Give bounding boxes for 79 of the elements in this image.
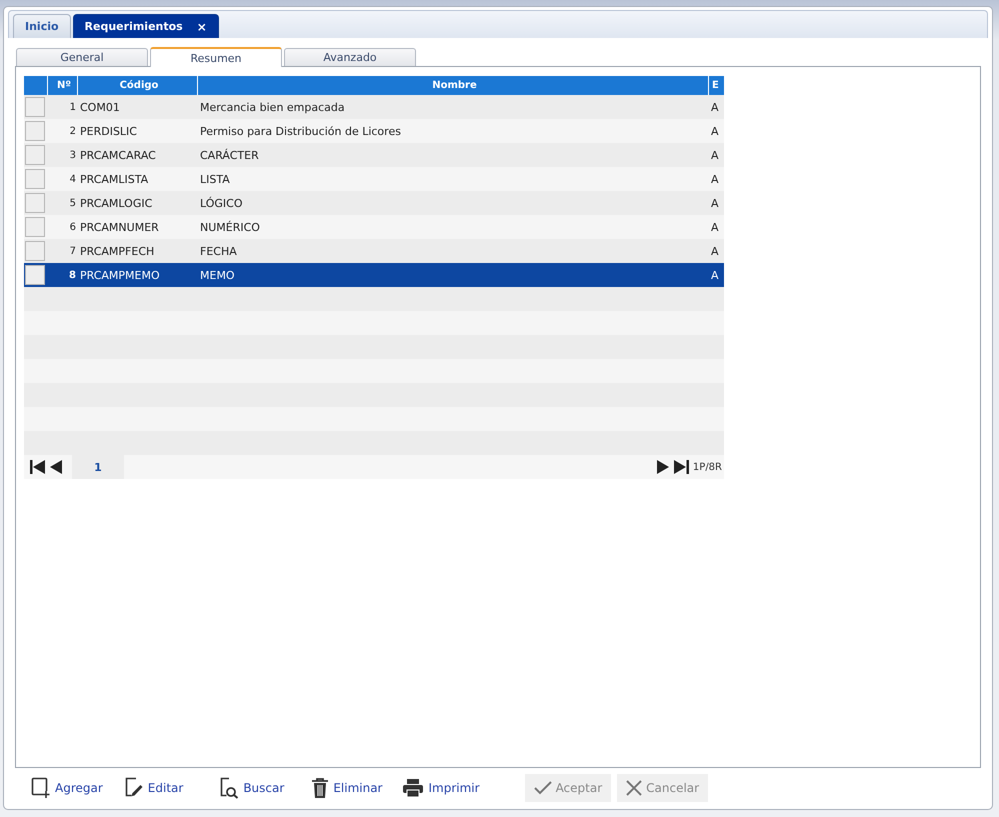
tab-label: Requerimientos	[84, 20, 183, 33]
print-button[interactable]: Imprimir	[398, 774, 484, 802]
row-number: 8	[68, 270, 77, 280]
add-button[interactable]: Agregar	[27, 774, 107, 802]
table-row[interactable]: 8 PRCAMPMEMO MEMO A	[24, 263, 724, 287]
row-checkbox[interactable]	[25, 241, 45, 261]
row-number: 1	[68, 102, 77, 112]
table-row[interactable]: 2 PERDISLIC Permiso para Distribución de Licores A	[24, 119, 724, 143]
edit-button[interactable]: Editar	[120, 774, 188, 802]
table-row[interactable]: 6 PRCAMNUMER NUMÉRICO A	[24, 215, 724, 239]
row-checkbox[interactable]	[25, 169, 45, 189]
row-number: 5	[68, 198, 77, 208]
row-checkbox[interactable]	[25, 193, 45, 213]
table-cell-text: PRCAMCARAC	[79, 148, 157, 162]
table-cell-text: CARÁCTER	[199, 148, 260, 162]
table-cell-text: A	[710, 220, 720, 234]
row-number: 4	[68, 174, 77, 184]
table-cell-text: A	[710, 148, 720, 162]
table-cell-text: A	[710, 244, 720, 258]
close-icon[interactable]: ×	[196, 20, 207, 34]
first-page-button[interactable]	[30, 459, 46, 475]
row-number: 2	[68, 126, 77, 136]
page-summary: 1P/8R	[692, 462, 723, 472]
table-cell-text: FECHA	[199, 244, 238, 258]
column-header: E	[709, 76, 724, 95]
table-row[interactable]: 7 PRCAMPFECH FECHA A	[24, 239, 724, 263]
table-row[interactable]: 3 PRCAMCARAC CARÁCTER A	[24, 143, 724, 167]
close-icon	[626, 780, 642, 796]
column-header: Código	[78, 76, 198, 95]
table-row[interactable]: 4 PRCAMLISTA LISTA A	[24, 167, 724, 191]
table-cell-text: A	[710, 196, 720, 210]
column-header: Nº	[48, 76, 78, 95]
previous-page-button[interactable]	[50, 459, 62, 475]
table-cell-text: PRCAMLISTA	[79, 172, 150, 186]
row-checkbox[interactable]	[25, 121, 45, 141]
tab-label: Inicio	[25, 20, 59, 33]
table-cell-text: MEMO	[199, 268, 236, 282]
table-cell-text: LÓGICO	[199, 196, 244, 210]
row-checkbox[interactable]	[25, 217, 45, 237]
table-cell-text: COM01	[79, 100, 121, 114]
table-cell-text: PRCAMNUMER	[79, 220, 160, 234]
edit-icon	[124, 777, 144, 799]
column-header	[24, 76, 48, 95]
row-checkbox[interactable]	[25, 145, 45, 165]
table-cell-text: A	[710, 172, 720, 186]
table-cell-text: Mercancia bien empacada	[199, 100, 346, 114]
row-checkbox[interactable]	[25, 97, 45, 117]
table-cell-text: PRCAMPFECH	[79, 244, 156, 258]
table-cell-text: Permiso para Distribución de Licores	[199, 124, 402, 138]
table-cell-text: A	[710, 100, 720, 114]
search-icon	[219, 777, 240, 799]
table-cell-text: PRCAMLOGIC	[79, 196, 154, 210]
row-number: 3	[68, 150, 77, 160]
add-icon	[31, 777, 51, 799]
table-cell-text: PRCAMPMEMO	[79, 268, 161, 282]
table-cell-text: A	[710, 124, 720, 138]
tab[interactable]: General	[16, 48, 148, 66]
next-page-button[interactable]	[656, 459, 669, 475]
tab[interactable]: Inicio	[13, 14, 71, 38]
column-header: Nombre	[198, 76, 709, 95]
table-row[interactable]: 5 PRCAMLOGIC LÓGICO A	[24, 191, 724, 215]
check-icon	[534, 780, 552, 796]
table-cell-text: A	[710, 268, 720, 282]
search-button[interactable]: Buscar	[215, 774, 288, 802]
tab[interactable]: Resumen	[150, 47, 282, 67]
trash-icon	[311, 777, 330, 799]
table-cell-text: LISTA	[199, 172, 231, 186]
row-checkbox[interactable]	[25, 265, 45, 285]
last-page-button[interactable]	[672, 459, 689, 475]
table-row[interactable]: 1 COM01 Mercancia bien empacada A	[24, 95, 724, 119]
tab[interactable]: Requerimientos ×	[72, 14, 219, 38]
page-number: 1	[72, 455, 124, 479]
delete-button[interactable]: Eliminar	[307, 774, 386, 802]
printer-icon	[402, 778, 424, 798]
table-cell-text: PERDISLIC	[79, 124, 138, 138]
table-cell-text: NUMÉRICO	[199, 220, 261, 234]
tab[interactable]: Avanzado	[284, 48, 416, 66]
row-number: 6	[68, 222, 77, 232]
row-number: 7	[68, 246, 77, 256]
